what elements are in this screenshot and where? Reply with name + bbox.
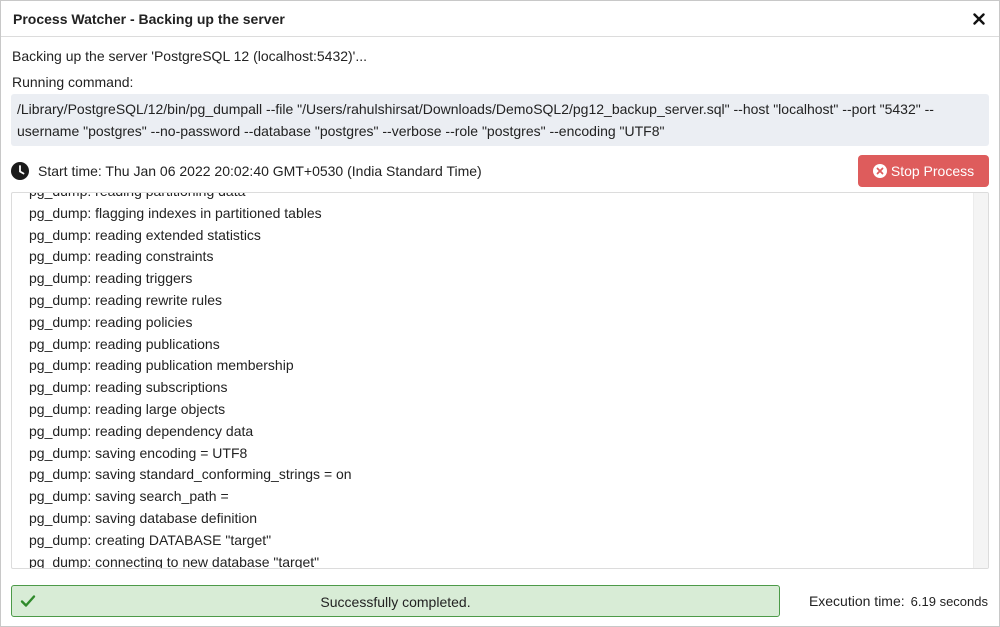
dialog-title: Process Watcher - Backing up the server	[13, 11, 285, 27]
log-line: pg_dump: reading extended statistics	[29, 226, 261, 243]
log-line: pg_dump: saving standard_conforming_stri…	[29, 466, 352, 483]
stop-process-button[interactable]: Stop Process	[858, 155, 989, 187]
dialog-header: Process Watcher - Backing up the server	[1, 1, 999, 37]
log-line: pg_dump: reading large objects	[29, 400, 226, 417]
process-watcher-dialog: Process Watcher - Backing up the server …	[0, 0, 1000, 627]
log-lines: pg_dump: reading partitioning datapg_dum…	[12, 193, 974, 569]
command-line-2: username "postgres" --no-password --data…	[17, 123, 665, 139]
command-box: /Library/PostgreSQL/12/bin/pg_dumpall --…	[11, 94, 989, 146]
close-button[interactable]	[969, 9, 989, 29]
stop-process-label: Stop Process	[890, 163, 975, 179]
status-bar: Successfully completed.	[11, 585, 780, 617]
execution-time-value: 6.19 seconds	[910, 594, 988, 609]
log-line: pg_dump: reading publications	[29, 335, 220, 352]
log-line: pg_dump: saving encoding = UTF8	[29, 444, 248, 461]
log-line: pg_dump: reading triggers	[29, 270, 193, 287]
log-line: pg_dump: creating DATABASE "target"	[29, 531, 272, 548]
log-line: pg_dump: saving search_path =	[29, 488, 229, 505]
start-time-row: Start time: Thu Jan 06 2022 20:02:40 GMT…	[11, 161, 482, 181]
command-line-1: /Library/PostgreSQL/12/bin/pg_dumpall --…	[17, 101, 934, 117]
log-line: pg_dump: reading partitioning data	[29, 193, 974, 203]
running-command-label: Running command:	[12, 74, 134, 90]
log-line: pg_dump: saving database definition	[29, 509, 258, 526]
log-scrollbar[interactable]	[973, 193, 988, 568]
execution-time-label: Execution time:	[808, 593, 905, 609]
close-icon	[973, 13, 985, 25]
log-line: pg_dump: reading constraints	[29, 248, 214, 265]
execution-time: Execution time: 6.19 seconds	[809, 593, 988, 609]
start-time: Start time: Thu Jan 06 2022 20:02:40 GMT…	[38, 163, 482, 179]
process-description: Backing up the server 'PostgreSQL 12 (lo…	[12, 48, 368, 64]
status-message: Successfully completed.	[320, 594, 471, 610]
clock-icon	[11, 162, 29, 180]
log-line: pg_dump: reading dependency data	[29, 422, 254, 439]
log-line: pg_dump: reading subscriptions	[29, 379, 228, 396]
log-line: pg_dump: connecting to new database "tar…	[29, 553, 320, 569]
times-circle-icon	[872, 164, 887, 178]
log-line: pg_dump: reading publication membership	[29, 357, 294, 374]
log-output[interactable]: pg_dump: reading partitioning datapg_dum…	[11, 192, 989, 569]
log-line: pg_dump: reading rewrite rules	[29, 291, 222, 308]
log-line: pg_dump: reading policies	[29, 313, 193, 330]
log-line: pg_dump: flagging indexes in partitioned…	[29, 204, 322, 221]
